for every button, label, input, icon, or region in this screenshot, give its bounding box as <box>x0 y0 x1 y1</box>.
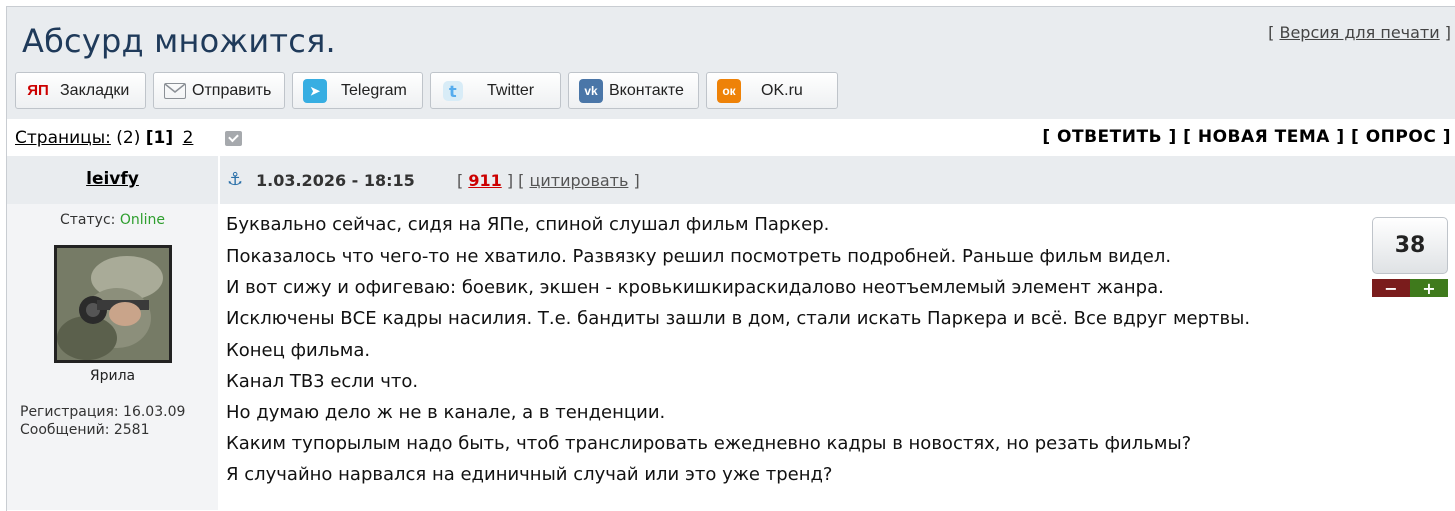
reply-button[interactable]: [ ОТВЕТИТЬ ] <box>1042 127 1176 147</box>
post-text-line: Канал ТВ3 если что. <box>226 371 419 392</box>
new-topic-button[interactable]: [ НОВАЯ ТЕМА ] <box>1183 127 1344 147</box>
post-text-line: Конец фильма. <box>226 340 371 361</box>
print-version-link[interactable]: Версия для печати <box>1279 23 1439 42</box>
current-page: [1] <box>145 128 174 148</box>
post-text-line: И вот сижу и офигеваю: боевик, экшен - к… <box>226 277 1164 298</box>
poll-button[interactable]: [ ОПРОС ] <box>1351 127 1451 147</box>
telegram-icon: ➤ <box>303 78 327 103</box>
mail-icon <box>164 82 186 99</box>
send-email-button[interactable]: Отправить <box>153 72 285 109</box>
avatar <box>54 245 172 363</box>
registration-date: Регистрация: 16.03.09 <box>20 404 186 420</box>
post-number-link[interactable]: 911 <box>468 171 501 190</box>
rating-buttons: − + <box>1372 279 1448 298</box>
page-jump-dropdown-icon[interactable] <box>225 131 242 146</box>
user-stats: Регистрация: 16.03.09 Сообщений: 2581 <box>20 403 185 439</box>
user-rank: Ярила <box>89 368 136 384</box>
pages-count: (2) <box>116 128 141 148</box>
post-rating: 38 − + <box>1372 217 1448 298</box>
post-meta-cell: ⚓ 1.03.2026 - 18:15 [ 911 ] [ цитировать… <box>220 156 1455 204</box>
post-text-line: Но думаю дело ж не в канале, а в тенденц… <box>226 402 666 423</box>
ok-share-button[interactable]: ок OK.ru <box>706 72 838 109</box>
post-text-line: Показалось что чего-то не хватило. Развя… <box>226 246 1172 267</box>
quote-link[interactable]: цитировать <box>529 171 628 190</box>
post-text-line: Исключены ВСЕ кадры насилия. Т.е. бандит… <box>226 308 1251 329</box>
author-name: leivfy <box>7 169 218 189</box>
author-link[interactable]: leivfy <box>86 169 139 189</box>
post-text-line: Буквально сейчас, сидя на ЯПе, спиной сл… <box>226 214 830 235</box>
print-version: [ Версия для печати ] <box>1268 23 1451 42</box>
user-panel: Статус: Online Ярила Регистрация: 16.03.… <box>7 204 218 510</box>
pagination-row: Страницы: (2) [1] 2 [ ОТВЕТИТЬ ] [ НОВАЯ… <box>7 119 1455 156</box>
yap-bookmarks-icon: ЯП <box>27 82 49 99</box>
pagination: Страницы: (2) [1] 2 <box>15 128 193 148</box>
author-cell: leivfy <box>7 156 218 204</box>
post-meta: [ 911 ] [ цитировать ] <box>457 171 640 190</box>
message-count: Сообщений: 2581 <box>20 422 150 438</box>
topic-actions: [ ОТВЕТИТЬ ] [ НОВАЯ ТЕМА ] [ ОПРОС ] <box>1042 127 1451 147</box>
telegram-share-button[interactable]: ➤ Telegram <box>292 72 423 109</box>
ok-icon: ок <box>717 78 741 103</box>
rate-down-button[interactable]: − <box>1372 279 1410 298</box>
rating-score: 38 <box>1372 217 1448 274</box>
topic-title: Абсурд множится. <box>22 22 336 60</box>
twitter-share-button[interactable]: t Twitter <box>430 72 561 109</box>
vk-icon: vk <box>579 78 603 103</box>
post-body: Буквально сейчас, сидя на ЯПе, спиной сл… <box>220 204 1455 510</box>
bookmarks-button[interactable]: ЯП Закладки <box>15 72 146 109</box>
twitter-icon: t <box>441 79 465 103</box>
rate-up-button[interactable]: + <box>1410 279 1448 298</box>
online-status: Online <box>119 212 165 228</box>
user-status: Статус: Online <box>60 212 165 228</box>
post-text-line: Каким тупорылым надо быть, чтоб транслир… <box>226 433 1192 454</box>
post-date: 1.03.2026 - 18:15 <box>256 171 415 190</box>
topic-header: Абсурд множится. [ Версия для печати ] <box>7 7 1455 64</box>
anchor-icon[interactable]: ⚓ <box>227 169 243 190</box>
vk-share-button[interactable]: vk Вконтакте <box>568 72 699 109</box>
post-text-line: Я случайно нарвался на единичный случай … <box>226 464 833 485</box>
post-header: leivfy ⚓ 1.03.2026 - 18:15 [ 911 ] [ цит… <box>7 156 1455 204</box>
svg-text:t: t <box>449 82 457 101</box>
share-bar: ЯП Закладки Отправить ➤ Telegram t Twitt… <box>7 64 1455 119</box>
pages-label-link[interactable]: Страницы: <box>15 128 111 148</box>
page-2-link[interactable]: 2 <box>183 128 194 148</box>
